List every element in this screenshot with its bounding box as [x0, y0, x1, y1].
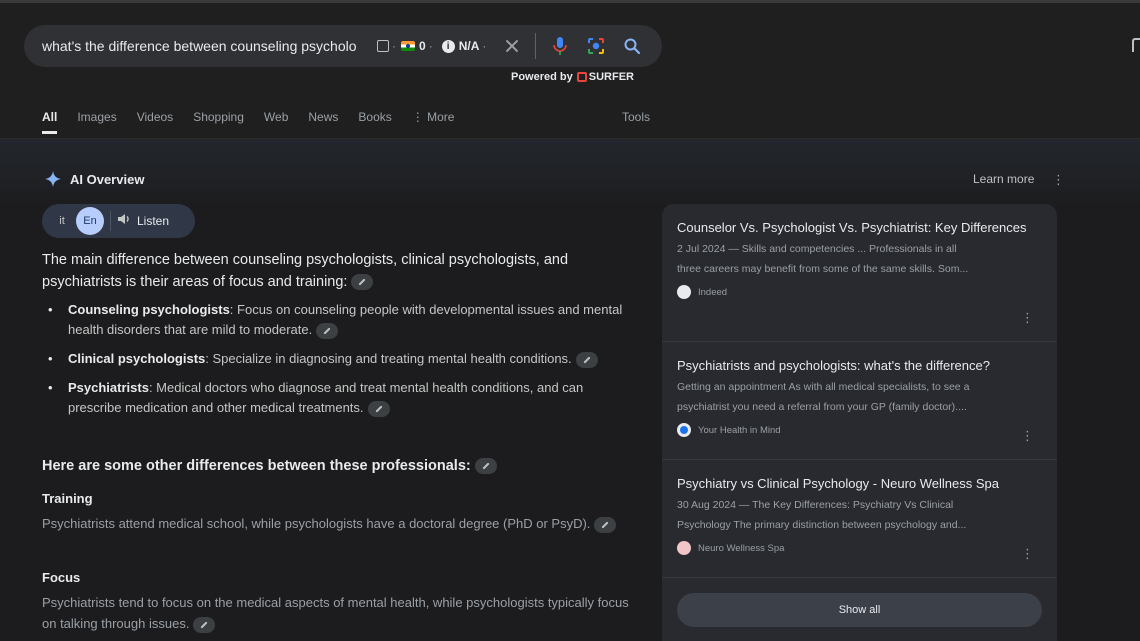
list-item: Psychiatrists: Medical doctors who diagn… [48, 378, 638, 418]
source-title[interactable]: Psychiatry vs Clinical Psychology - Neur… [677, 474, 1042, 493]
clear-search-icon[interactable] [503, 37, 521, 55]
source-site-name: Your Health in Mind [698, 424, 781, 436]
bullet-term: Counseling psychologists [68, 302, 230, 317]
source-link-icon[interactable] [316, 322, 339, 339]
source-link-icon[interactable] [594, 516, 617, 533]
section-text: Psychiatrists tend to focus on the medic… [42, 595, 629, 631]
tools-button[interactable]: Tools [622, 110, 650, 124]
source-site: Neuro Wellness Spa [677, 541, 1042, 555]
separator-dot: · [482, 39, 487, 53]
list-item: Counseling psychologists: Focus on couns… [48, 300, 638, 340]
divider [662, 341, 1057, 342]
surfer-brand-label: SURFER [588, 71, 634, 83]
divider [535, 33, 537, 59]
info-icon[interactable]: i [441, 39, 455, 53]
section-title-focus: Focus [42, 570, 81, 585]
source-snippet: Psychology The primary distinction betwe… [677, 519, 967, 531]
differences-list: Counseling psychologists: Focus on couns… [48, 300, 638, 427]
divider [110, 211, 111, 231]
source-card[interactable]: Counselor Vs. Psychologist Vs. Psychiatr… [677, 218, 1042, 326]
separator-dot: · [392, 39, 396, 53]
separator-dot: · [428, 39, 433, 53]
lead-text: The main difference between counseling p… [42, 252, 569, 290]
tab-shopping[interactable]: Shopping [193, 110, 244, 134]
extension-flag-value: 0 [419, 39, 426, 53]
top-border [0, 0, 1140, 3]
listen-button[interactable]: Listen [137, 214, 169, 228]
source-link-icon[interactable] [351, 274, 374, 291]
section-body-training: Psychiatrists attend medical school, whi… [42, 513, 632, 534]
show-all-button[interactable]: Show all [677, 593, 1042, 627]
ai-overview-header: AI Overview [44, 170, 144, 188]
subheading-text: Here are some other differences between … [42, 458, 471, 474]
source-card[interactable]: Psychiatry vs Clinical Psychology - Neur… [677, 474, 1042, 562]
labs-flask-icon[interactable] [1132, 38, 1140, 52]
extension-na-value: N/A [458, 39, 480, 53]
microphone-icon[interactable] [548, 34, 572, 58]
source-link-icon[interactable] [193, 616, 216, 633]
search-bar[interactable]: what's the difference between counseling… [24, 25, 662, 67]
section-text: Psychiatrists attend medical school, whi… [42, 516, 591, 531]
language-listen-toolbar: it En Listen [42, 204, 195, 238]
surfer-logo-icon [576, 72, 587, 82]
tab-web[interactable]: Web [264, 110, 288, 134]
learn-more-link[interactable]: Learn more [973, 172, 1034, 186]
search-input[interactable]: what's the difference between counseling… [42, 38, 375, 54]
tab-videos[interactable]: Videos [137, 110, 173, 134]
divider [662, 577, 1057, 578]
lang-option-it[interactable]: it [48, 207, 76, 235]
speaker-icon[interactable] [117, 212, 131, 230]
source-site: Indeed [677, 285, 1042, 299]
source-site-name: Indeed [698, 286, 728, 298]
section-body-focus: Psychiatrists tend to focus on the medic… [42, 592, 632, 634]
source-title[interactable]: Counselor Vs. Psychologist Vs. Psychiatr… [677, 218, 1042, 237]
lang-option-en[interactable]: En [76, 207, 104, 235]
section-title-training: Training [42, 491, 93, 506]
ai-overview-title: AI Overview [70, 171, 145, 187]
source-snippet: Getting an appointment As with all medic… [677, 381, 970, 393]
more-options-icon[interactable]: ⋮ [1052, 172, 1065, 188]
source-card[interactable]: Psychiatrists and psychologists: what's … [677, 356, 1042, 444]
tab-all[interactable]: All [42, 110, 58, 134]
more-options-icon[interactable]: ⋮ [1021, 310, 1034, 326]
bullet-term: Psychiatrists [68, 380, 149, 395]
source-title[interactable]: Psychiatrists and psychologists: what's … [677, 356, 1042, 375]
india-flag-icon [401, 41, 415, 51]
extension-checkbox-icon[interactable] [377, 40, 389, 52]
powered-by-label: Powered by [511, 71, 573, 83]
sources-panel: Counselor Vs. Psychologist Vs. Psychiatr… [662, 204, 1057, 641]
neuro-wellness-favicon-icon [677, 541, 691, 555]
source-link-icon[interactable] [367, 400, 390, 417]
bullet-term: Clinical psychologists [68, 351, 206, 366]
search-tabs: All Images Videos Shopping Web News Book… [42, 110, 474, 134]
source-site-name: Neuro Wellness Spa [698, 542, 785, 554]
source-snippet: 30 Aug 2024 — The Key Differences: Psych… [677, 499, 954, 511]
tab-news[interactable]: News [308, 110, 338, 134]
divider [662, 459, 1057, 460]
ai-overview-lead: The main difference between counseling p… [42, 249, 642, 293]
powered-by-surfer[interactable]: Powered by SURFER [511, 71, 634, 83]
search-icon[interactable] [620, 34, 644, 58]
tab-images[interactable]: Images [77, 110, 116, 134]
more-options-icon[interactable]: ⋮ [1021, 546, 1034, 562]
list-item: Clinical psychologists: Specialize in di… [48, 349, 638, 369]
source-snippet: psychiatrist you need a referral from yo… [677, 401, 967, 413]
source-snippet: three careers may benefit from some of t… [677, 263, 969, 275]
source-site: Your Health in Mind [677, 423, 1042, 437]
bullet-text: : Specialize in diagnosing and treating … [205, 351, 572, 366]
tab-more[interactable]: ⋮ More [412, 110, 455, 134]
gemini-sparkle-icon [44, 170, 62, 188]
subheading: Here are some other differences between … [42, 458, 497, 475]
indeed-favicon-icon [677, 285, 691, 299]
tab-books[interactable]: Books [358, 110, 391, 134]
source-snippet: 2 Jul 2024 — Skills and competencies ...… [677, 243, 957, 255]
more-options-icon[interactable]: ⋮ [1021, 428, 1034, 444]
your-health-favicon-icon [677, 423, 691, 437]
source-link-icon[interactable] [474, 458, 497, 475]
source-link-icon[interactable] [575, 351, 598, 368]
camera-lens-icon[interactable] [584, 34, 608, 58]
